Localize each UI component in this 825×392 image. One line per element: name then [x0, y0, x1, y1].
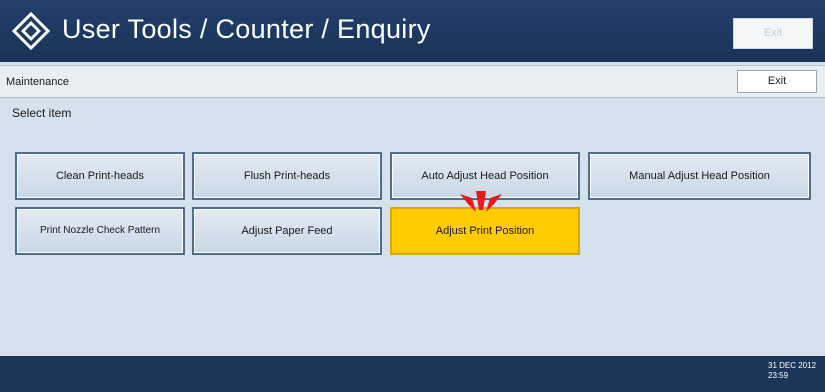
maintenance-bar: Maintenance Exit	[0, 65, 825, 98]
footer-bar: 31 DEC 2012 23:59	[0, 356, 825, 392]
date-text: 31 DEC 2012	[768, 361, 817, 370]
header-exit-button[interactable]: Exit	[733, 18, 813, 49]
flush-print-heads-button[interactable]: Flush Print-heads	[192, 152, 382, 200]
title-bar: User Tools / Counter / Enquiry Exit	[0, 0, 825, 62]
adjust-paper-feed-button[interactable]: Adjust Paper Feed	[192, 207, 382, 255]
maintenance-exit-button[interactable]: Exit	[737, 70, 817, 93]
select-item-label: Select item	[12, 106, 72, 120]
datetime-display: 31 DEC 2012 23:59	[768, 361, 816, 381]
manual-adjust-head-position-button[interactable]: Manual Adjust Head Position	[588, 152, 811, 200]
time-text: 23:59	[768, 371, 789, 380]
clean-print-heads-button[interactable]: Clean Print-heads	[15, 152, 185, 200]
tap-indicator-icon	[460, 191, 502, 212]
screen: User Tools / Counter / Enquiry Exit Main…	[0, 0, 825, 392]
page-title: User Tools / Counter / Enquiry	[62, 14, 431, 44]
print-nozzle-check-pattern-button[interactable]: Print Nozzle Check Pattern	[15, 207, 185, 255]
diamond-logo-icon	[12, 12, 50, 50]
maintenance-label: Maintenance	[6, 76, 69, 88]
